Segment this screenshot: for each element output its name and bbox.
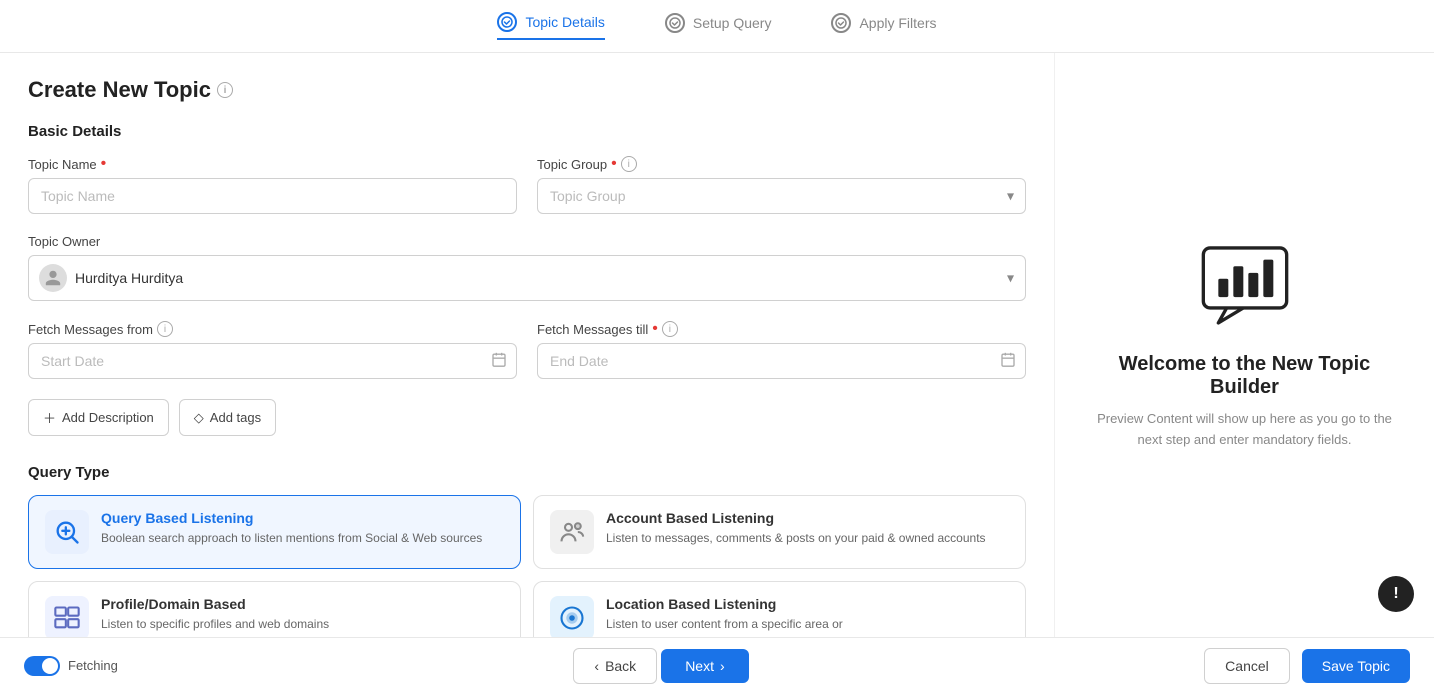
- fetch-from-info-icon[interactable]: i: [157, 321, 173, 337]
- bottom-left: Fetching: [24, 656, 118, 676]
- query-based-title: Query Based Listening: [101, 510, 504, 526]
- basic-details-title: Basic Details: [28, 123, 1026, 140]
- start-date-wrap: [28, 343, 517, 379]
- welcome-icon-wrap: [1195, 240, 1295, 333]
- topic-group-select-wrap: Topic Group ▾: [537, 178, 1026, 214]
- owner-select-wrap: Hurditya Hurditya ▾: [28, 255, 1026, 301]
- bottom-right: Cancel Save Topic: [1204, 648, 1410, 684]
- fetch-from-label: Fetch Messages from i: [28, 321, 517, 337]
- fetch-till-label: Fetch Messages till • i: [537, 321, 1026, 337]
- chevron-left-icon: ‹: [594, 658, 599, 674]
- query-based-desc: Boolean search approach to listen mentio…: [101, 530, 504, 547]
- end-date-wrap: [537, 343, 1026, 379]
- topic-group-select[interactable]: Topic Group: [537, 178, 1026, 214]
- topic-name-required: •: [101, 156, 107, 172]
- main-layout: Create New Topic i Basic Details Topic N…: [0, 53, 1434, 637]
- query-card-account-based[interactable]: Account Based Listening Listen to messag…: [533, 495, 1026, 569]
- fetch-till-info-icon[interactable]: i: [662, 321, 678, 337]
- profile-domain-icon: [45, 596, 89, 637]
- topic-owner-label: Topic Owner: [28, 234, 1026, 249]
- query-type-title: Query Type: [28, 464, 1026, 481]
- welcome-illustration: [1195, 240, 1295, 330]
- page-title-info-icon[interactable]: i: [217, 82, 233, 98]
- account-based-title: Account Based Listening: [606, 510, 1009, 526]
- welcome-title: Welcome to the New Topic Builder: [1087, 353, 1402, 399]
- action-buttons: ＋ Add Description ◇ Add tags: [28, 399, 1026, 436]
- topic-name-group: Topic Name •: [28, 156, 517, 214]
- fetch-till-required: •: [652, 321, 658, 337]
- step-label-setup-query: Setup Query: [693, 15, 772, 31]
- topic-name-label: Topic Name •: [28, 156, 517, 172]
- save-topic-button[interactable]: Save Topic: [1302, 649, 1410, 683]
- topic-group-info-icon[interactable]: i: [621, 156, 637, 172]
- step-apply-filters[interactable]: Apply Filters: [831, 13, 936, 39]
- owner-select-display[interactable]: Hurditya Hurditya: [28, 255, 1026, 301]
- topic-name-input[interactable]: [28, 178, 517, 214]
- profile-domain-body: Profile/Domain Based Listen to specific …: [101, 596, 504, 633]
- location-based-title: Location Based Listening: [606, 596, 1009, 612]
- location-based-desc: Listen to user content from a specific a…: [606, 616, 1009, 633]
- left-panel: Create New Topic i Basic Details Topic N…: [0, 53, 1054, 637]
- step-topic-details[interactable]: Topic Details: [497, 12, 604, 40]
- step-label-apply-filters: Apply Filters: [859, 15, 936, 31]
- chevron-right-icon: ›: [720, 658, 725, 674]
- query-type-grid: Query Based Listening Boolean search app…: [28, 495, 1026, 637]
- stepper: Topic Details Setup Query Apply Filters: [0, 0, 1434, 53]
- account-based-body: Account Based Listening Listen to messag…: [606, 510, 1009, 547]
- location-based-icon: [550, 596, 594, 637]
- profile-domain-desc: Listen to specific profiles and web doma…: [101, 616, 504, 633]
- add-description-button[interactable]: ＋ Add Description: [28, 399, 169, 436]
- welcome-desc: Preview Content will show up here as you…: [1087, 409, 1402, 451]
- bottom-center: ‹ Back Next ›: [573, 648, 748, 684]
- step-icon-topic-details: [497, 12, 517, 32]
- end-date-input[interactable]: [537, 343, 1026, 379]
- step-label-topic-details: Topic Details: [525, 14, 604, 30]
- fetch-till-group: Fetch Messages till • i: [537, 321, 1026, 379]
- owner-name-text: Hurditya Hurditya: [75, 270, 183, 286]
- back-button[interactable]: ‹ Back: [573, 648, 657, 684]
- topic-group-required: •: [611, 156, 617, 172]
- location-based-body: Location Based Listening Listen to user …: [606, 596, 1009, 633]
- fetch-messages-row: Fetch Messages from i Fetch Messages til…: [28, 321, 1026, 379]
- query-card-query-based[interactable]: Query Based Listening Boolean search app…: [28, 495, 521, 569]
- query-based-icon: [45, 510, 89, 554]
- page-title: Create New Topic i: [28, 77, 1026, 103]
- step-icon-setup-query: [665, 13, 685, 33]
- avatar: [39, 264, 67, 292]
- plus-icon: ＋: [43, 408, 56, 427]
- start-date-input[interactable]: [28, 343, 517, 379]
- fetching-toggle[interactable]: [24, 656, 60, 676]
- account-based-desc: Listen to messages, comments & posts on …: [606, 530, 1009, 547]
- right-panel: Welcome to the New Topic Builder Preview…: [1054, 53, 1434, 637]
- help-button[interactable]: !: [1378, 576, 1414, 612]
- account-based-icon: [550, 510, 594, 554]
- topic-group-label: Topic Group • i: [537, 156, 1026, 172]
- profile-domain-title: Profile/Domain Based: [101, 596, 504, 612]
- bottom-bar: Fetching ‹ Back Next › Cancel Save Topic: [0, 637, 1434, 693]
- query-card-location-based[interactable]: Location Based Listening Listen to user …: [533, 581, 1026, 637]
- add-tags-button[interactable]: ◇ Add tags: [179, 399, 276, 436]
- tag-icon: ◇: [194, 410, 204, 426]
- query-based-body: Query Based Listening Boolean search app…: [101, 510, 504, 547]
- topic-group-group: Topic Group • i Topic Group ▾: [537, 156, 1026, 214]
- next-button[interactable]: Next ›: [661, 649, 748, 683]
- step-icon-apply-filters: [831, 13, 851, 33]
- topic-owner-group: Topic Owner Hurditya Hurditya ▾: [28, 234, 1026, 301]
- topic-name-group-row: Topic Name • Topic Group • i Topic Group…: [28, 156, 1026, 214]
- fetching-label: Fetching: [68, 658, 118, 673]
- fetch-from-group: Fetch Messages from i: [28, 321, 517, 379]
- step-setup-query[interactable]: Setup Query: [665, 13, 772, 39]
- query-card-profile-domain[interactable]: Profile/Domain Based Listen to specific …: [28, 581, 521, 637]
- cancel-button[interactable]: Cancel: [1204, 648, 1290, 684]
